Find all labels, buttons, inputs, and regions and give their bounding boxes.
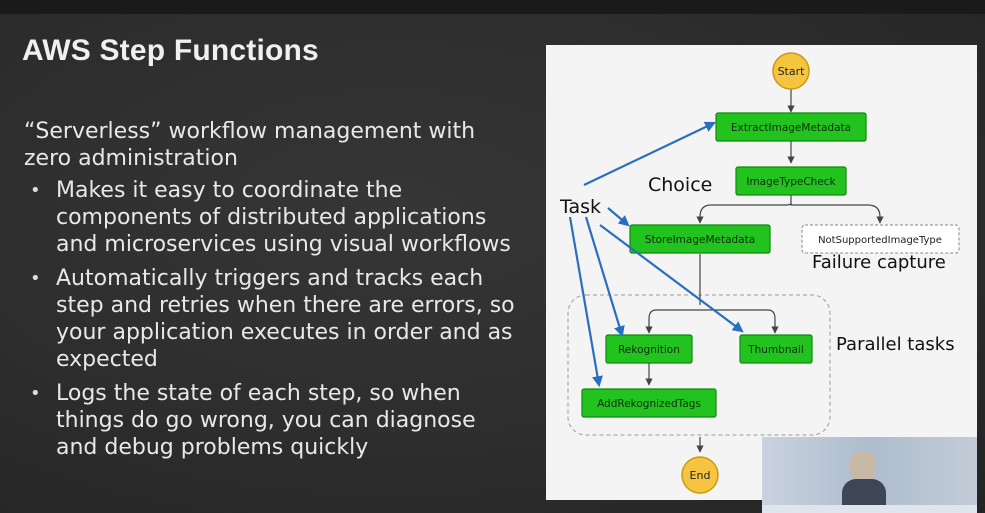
node-image-type-check: ImageTypeCheck <box>735 166 847 196</box>
workflow-diagram: Start ExtractImageMetadata ImageTypeChec… <box>559 52 960 494</box>
node-check-label: ImageTypeCheck <box>746 176 836 188</box>
node-store-label: StoreImageMetadata <box>645 234 755 246</box>
node-start: Start <box>772 52 810 90</box>
top-bar <box>0 0 985 14</box>
edge-check-store <box>696 195 792 224</box>
annotation-failure-capture: Failure capture <box>812 252 946 273</box>
workflow-diagram-panel: Start ExtractImageMetadata ImageTypeChec… <box>546 45 977 500</box>
bullet-icon: • <box>30 180 41 201</box>
edge-parallel-thumbnail <box>700 309 779 334</box>
node-thumbnail-label: Thumbnail <box>747 344 804 356</box>
annotation-choice: Choice <box>648 174 712 196</box>
node-rekognition-label: Rekognition <box>618 344 680 356</box>
bullet-text: Logs the state of each step, so when thi… <box>56 381 476 460</box>
bullet-item: • Automatically triggers and tracks each… <box>24 265 524 373</box>
node-extract-image-metadata: ExtractImageMetadata <box>715 112 867 142</box>
annotation-task: Task <box>559 196 601 218</box>
edge-parallel-rekognition <box>645 309 700 334</box>
intro-text: “Serverless” workflow management with ze… <box>24 119 476 171</box>
bullet-text: Automatically triggers and tracks each s… <box>56 266 515 372</box>
node-end: End <box>681 456 719 494</box>
speaker-head <box>850 451 876 481</box>
node-thumbnail: Thumbnail <box>739 334 813 364</box>
annotation-parallel-tasks: Parallel tasks <box>836 334 955 355</box>
task-arrow-store <box>607 207 630 227</box>
node-end-label: End <box>690 469 711 482</box>
stage-strip <box>762 505 977 513</box>
node-addtags-label: AddRekognizedTags <box>597 398 701 410</box>
bullet-item: • Logs the state of each step, so when t… <box>24 380 524 461</box>
node-rekognition: Rekognition <box>605 334 693 364</box>
bullet-icon: • <box>30 268 41 289</box>
node-extract-label: ExtractImageMetadata <box>731 122 851 134</box>
node-notsupported-label: NotSupportedImageType <box>818 235 942 246</box>
node-start-label: Start <box>778 65 806 78</box>
speaker-video-overlay <box>762 437 977 513</box>
bullet-list: • Makes it easy to coordinate the compon… <box>24 177 524 468</box>
bullet-text: Makes it easy to coordinate the componen… <box>56 178 511 257</box>
node-add-rekognized-tags: AddRekognizedTags <box>581 388 717 418</box>
slide-title: AWS Step Functions <box>22 34 319 67</box>
task-arrow-rekognition <box>584 216 625 338</box>
node-not-supported-image-type: NotSupportedImageType <box>801 224 960 254</box>
bullet-item: • Makes it easy to coordinate the compon… <box>24 177 524 258</box>
edge-check-notsupported <box>790 203 884 224</box>
bullet-icon: • <box>30 383 41 404</box>
node-store-image-metadata: StoreImageMetadata <box>629 224 771 254</box>
